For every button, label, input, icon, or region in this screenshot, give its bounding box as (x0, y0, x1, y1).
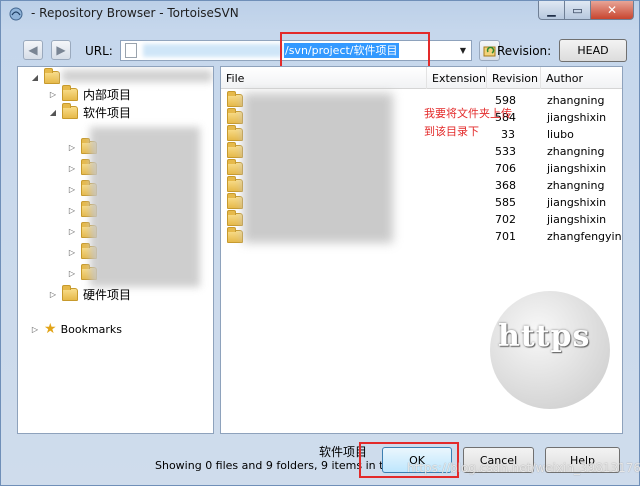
arrow-left-icon: ◀ (28, 43, 38, 57)
title-bar: - Repository Browser - TortoiseSVN ▁ ▭ ✕ (1, 1, 639, 27)
chevron-right-icon[interactable]: ▷ (67, 269, 77, 278)
author-cell: zhangning (547, 94, 605, 107)
column-header-extension[interactable]: Extension (427, 67, 487, 89)
chevron-right-icon[interactable]: ▷ (67, 206, 77, 215)
chevron-right-icon[interactable]: ▷ (30, 325, 40, 334)
folder-icon (62, 84, 78, 101)
chevron-down-icon[interactable]: ◢ (30, 73, 40, 82)
annotation-line: 我要将文件夹上传 (424, 107, 512, 120)
chevron-right-icon[interactable]: ▷ (48, 90, 58, 99)
list-header: File Extension Revision Author (221, 67, 622, 89)
redacted-child-folders (90, 127, 200, 287)
redacted-url-prefix (143, 44, 283, 57)
chevron-right-icon[interactable]: ▷ (48, 290, 58, 299)
tree-item-label: 软件项目 (83, 105, 132, 120)
redacted-root-name (62, 70, 212, 82)
annotation-line: 到该目录下 (424, 125, 479, 138)
tree-item-software[interactable]: ◢ 软件项目 (48, 102, 132, 120)
folder-tree[interactable]: ◢ ▷ 内部项目 ◢ 软件项目 ▷ ▷ ▷ ▷ ▷ ▷ ▷ ▷ 硬件项目 ▷ ★… (17, 66, 214, 434)
close-button[interactable]: ✕ (591, 1, 634, 20)
tree-item-bookmarks[interactable]: ▷ ★ Bookmarks (30, 321, 122, 337)
window-title: - Repository Browser - TortoiseSVN (31, 6, 239, 20)
window-controls: ▁ ▭ ✕ (538, 1, 634, 20)
chevron-right-icon[interactable]: ▷ (67, 143, 77, 152)
star-icon: ★ (44, 321, 57, 337)
author-cell: jiangshixin (547, 196, 607, 209)
column-header-file[interactable]: File (221, 67, 427, 89)
minimize-button[interactable]: ▁ (538, 1, 565, 20)
arrow-right-icon: ▶ (56, 43, 66, 57)
tree-item-internal[interactable]: ▷ 内部项目 (48, 84, 132, 102)
author-cell: zhangning (547, 145, 605, 158)
folder-icon (227, 91, 243, 107)
close-icon: ✕ (606, 3, 618, 17)
head-revision-button[interactable]: HEAD (559, 39, 627, 62)
file-icon (125, 43, 137, 58)
refresh-icon (483, 46, 495, 56)
folder-icon (62, 102, 78, 119)
annotation-highlight-url (280, 32, 430, 68)
revision-label: Revision: (497, 44, 552, 58)
author-cell: jiangshixin (547, 111, 607, 124)
tree-item-label: 硬件项目 (83, 287, 132, 302)
url-label: URL: (85, 44, 113, 58)
watermark-url: https://blog.csdn.net/weixin_39813176 (407, 461, 640, 475)
revision-cell: 585 (495, 196, 516, 209)
annotation-note: 我要将文件夹上传 到该目录下 (424, 105, 534, 141)
back-button[interactable]: ◀ (23, 40, 43, 60)
chevron-right-icon[interactable]: ▷ (67, 185, 77, 194)
folder-icon (44, 67, 60, 84)
chevron-down-icon[interactable]: ▼ (455, 41, 471, 60)
author-cell: jiangshixin (547, 213, 607, 226)
tree-item-hardware[interactable]: ▷ 硬件项目 (48, 284, 132, 302)
maximize-icon: ▭ (572, 3, 583, 17)
folder-icon (227, 159, 243, 175)
author-cell: zhangning (547, 179, 605, 192)
revision-cell: 702 (495, 213, 516, 226)
redacted-file-names (243, 93, 393, 243)
revision-cell: 701 (495, 230, 516, 243)
maximize-button[interactable]: ▭ (565, 1, 591, 20)
minimize-icon: ▁ (547, 3, 556, 17)
chevron-down-icon[interactable]: ◢ (48, 108, 58, 117)
folder-icon (227, 210, 243, 226)
chevron-right-icon[interactable]: ▷ (67, 227, 77, 236)
column-header-revision[interactable]: Revision (487, 67, 541, 89)
tree-item-label: 内部项目 (83, 87, 132, 102)
chevron-right-icon[interactable]: ▷ (67, 164, 77, 173)
watermark-globe-text: https (498, 319, 591, 354)
tortoisesvn-app-icon (9, 7, 23, 21)
repository-browser-window: - Repository Browser - TortoiseSVN ▁ ▭ ✕… (0, 0, 640, 486)
folder-icon (62, 284, 78, 301)
tree-item-label: Bookmarks (60, 322, 123, 336)
author-cell: zhangfengying (547, 230, 623, 243)
revision-cell: 706 (495, 162, 516, 175)
folder-icon (227, 176, 243, 192)
author-cell: jiangshixin (547, 162, 607, 175)
folder-icon (227, 125, 243, 141)
folder-icon (227, 227, 243, 243)
forward-button[interactable]: ▶ (51, 40, 71, 60)
tree-item-root[interactable]: ◢ (30, 67, 65, 85)
revision-cell: 533 (495, 145, 516, 158)
revision-cell: 368 (495, 179, 516, 192)
folder-icon (227, 193, 243, 209)
column-header-author[interactable]: Author (541, 67, 622, 89)
folder-icon (227, 142, 243, 158)
chevron-right-icon[interactable]: ▷ (67, 248, 77, 257)
folder-icon (227, 108, 243, 124)
author-cell: liubo (547, 128, 574, 141)
